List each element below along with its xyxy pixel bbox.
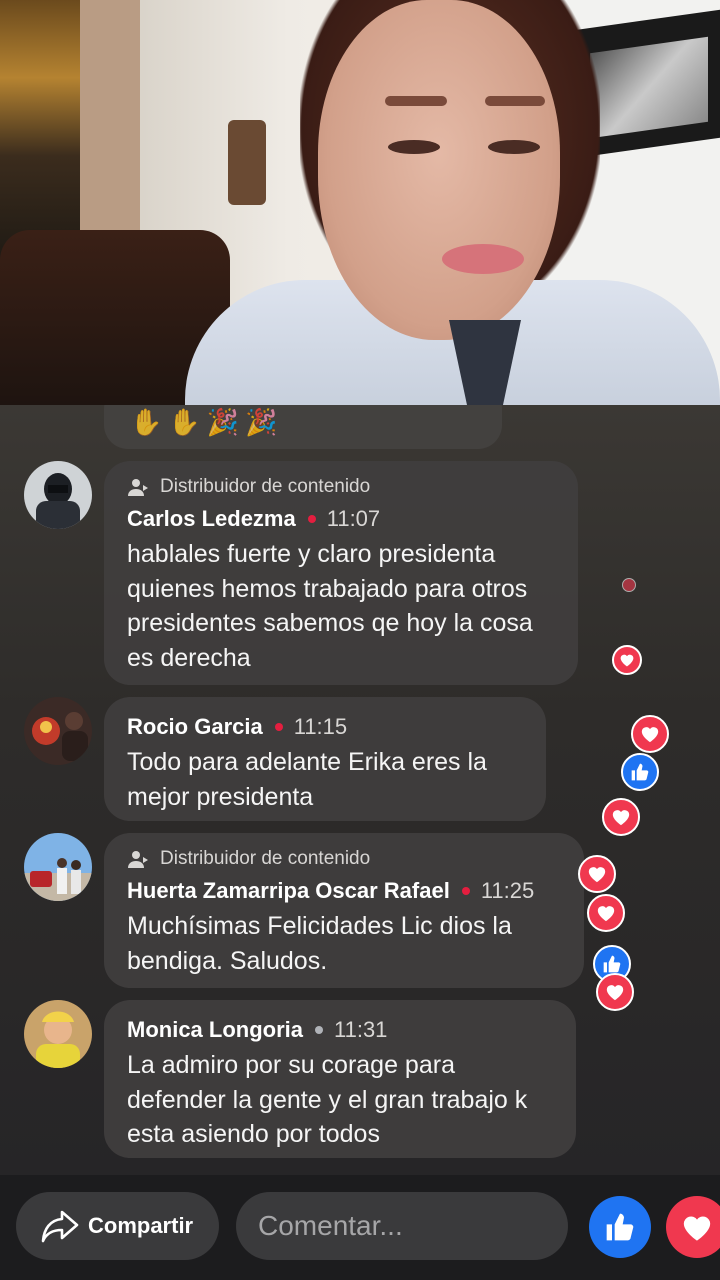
live-dot-icon	[461, 887, 470, 895]
comment-time: 11:15	[293, 714, 348, 739]
comment-text: Todo para adelante Erika eres la mejor p…	[127, 748, 487, 811]
video-window	[0, 0, 90, 260]
comments-list[interactable]: ✋✋🎉🎉 Distribuidor de contenido Carlos Le…	[0, 405, 720, 1175]
role-badge: Distribuidor de contenido	[127, 473, 556, 501]
comment-bubble[interactable]: Distribuidor de contenido Carlos Ledezma…	[104, 461, 578, 685]
clapping-emoji-icon: ✋✋🎉🎉	[130, 407, 284, 437]
avatar[interactable]	[24, 697, 92, 765]
comment-bubble[interactable]: Rocio Garcia 11:15 Todo para adelante Er…	[104, 697, 546, 821]
status-dot-icon	[315, 1026, 323, 1034]
video-clock	[228, 120, 266, 205]
comment-time: 11:07	[326, 506, 381, 531]
floating-heart-icon	[578, 855, 616, 893]
like-reaction-button[interactable]	[589, 1196, 651, 1258]
floating-heart-icon	[596, 973, 634, 1011]
role-badge: Distribuidor de contenido	[127, 845, 562, 873]
heart-icon	[683, 1216, 711, 1241]
floating-heart-icon	[602, 798, 640, 836]
thumbs-up-icon	[606, 1213, 634, 1241]
comment-text: Muchísimas Felicidades Lic dios la bendi…	[127, 912, 512, 975]
floating-heart-icon	[631, 715, 669, 753]
video-left-brow	[385, 96, 447, 106]
share-label: Compartir	[88, 1213, 194, 1238]
comment-bubble[interactable]: Distribuidor de contenido Huerta Zamarri…	[104, 833, 584, 988]
video-right-eye	[488, 140, 540, 154]
avatar[interactable]	[24, 461, 92, 529]
video-picture	[590, 36, 708, 139]
role-label: Distribuidor de contenido	[160, 848, 371, 869]
share-button[interactable]: Compartir	[16, 1192, 219, 1260]
live-video[interactable]	[0, 0, 720, 405]
bottom-bar: Compartir	[0, 1175, 720, 1280]
video-lips	[442, 244, 524, 274]
comment-time: 11:25	[480, 878, 535, 903]
person-share-icon	[128, 479, 148, 496]
comment-input[interactable]	[236, 1192, 568, 1260]
video-face	[318, 0, 560, 340]
comment-author[interactable]: Huerta Zamarripa Oscar Rafael	[127, 878, 450, 904]
floating-heart-icon	[587, 894, 625, 932]
comment-author[interactable]: Monica Longoria	[127, 1017, 303, 1043]
comment-time: 11:31	[334, 1017, 388, 1042]
share-arrow-icon	[41, 1210, 79, 1243]
floating-heart-icon	[622, 578, 636, 592]
love-reaction-button[interactable]	[666, 1196, 720, 1258]
floating-heart-icon	[612, 645, 642, 675]
comment-author[interactable]: Carlos Ledezma	[127, 506, 296, 532]
floating-like-icon	[621, 753, 659, 791]
video-right-brow	[485, 96, 545, 106]
live-dot-icon	[274, 723, 283, 731]
role-label: Distribuidor de contenido	[160, 476, 371, 497]
avatar[interactable]	[24, 1000, 92, 1068]
person-share-icon	[128, 851, 148, 868]
avatar[interactable]	[24, 833, 92, 901]
live-dot-icon	[307, 515, 316, 523]
video-left-eye	[388, 140, 440, 154]
comment-text: La admiro por su corage para defender la…	[127, 1051, 528, 1148]
comment-text: hablales fuerte y claro presidenta quien…	[127, 540, 533, 672]
comment-author[interactable]: Rocio Garcia	[127, 714, 263, 740]
comment-bubble[interactable]: Monica Longoria 11:31 La admiro por su c…	[104, 1000, 576, 1158]
